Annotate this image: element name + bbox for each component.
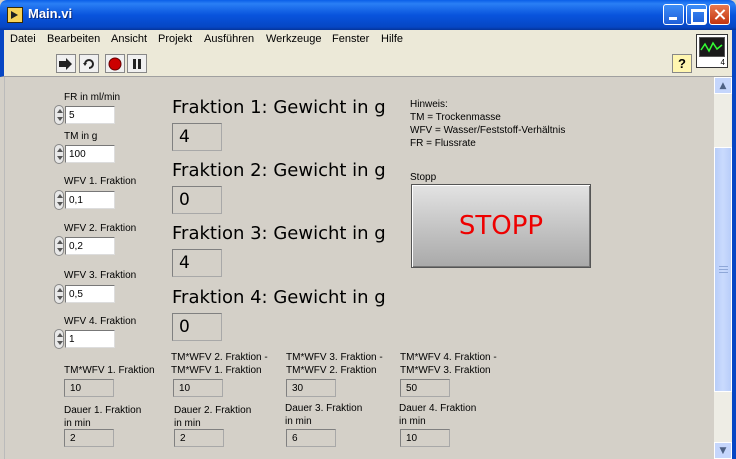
title-bar[interactable]: Main.vi bbox=[0, 0, 736, 30]
dauer3-label-line1: Dauer 3. Fraktion bbox=[285, 403, 363, 414]
dauer3-indicator: 6 bbox=[286, 429, 336, 447]
wfv4-input[interactable]: 1 bbox=[65, 330, 115, 348]
dauer4-indicator: 10 bbox=[400, 429, 450, 447]
minimize-button[interactable] bbox=[663, 4, 684, 25]
wfv2-spinner-icon[interactable] bbox=[54, 236, 64, 256]
tm-input[interactable]: 100 bbox=[65, 145, 115, 163]
tmwfv4-label-line2: TM*WFV 3. Fraktion bbox=[400, 365, 491, 376]
hint-fr: FR = Flussrate bbox=[410, 138, 476, 149]
menu-fenster[interactable]: Fenster bbox=[332, 33, 369, 45]
dauer1-label-line1: Dauer 1. Fraktion bbox=[64, 405, 142, 416]
menu-bearbeiten[interactable]: Bearbeiten bbox=[47, 33, 100, 45]
window-title: Main.vi bbox=[28, 6, 73, 21]
waveform-icon bbox=[699, 37, 725, 57]
run-continuously-button[interactable] bbox=[79, 54, 99, 73]
toolbar: ? bbox=[0, 50, 736, 77]
wfv2-input[interactable]: 0,2 bbox=[65, 237, 115, 255]
pause-icon bbox=[133, 58, 141, 69]
wfv3-input[interactable]: 0,5 bbox=[65, 285, 115, 303]
front-panel: FR in ml/min 5 TM in g 100 WFV 1. Frakti… bbox=[4, 77, 714, 459]
abort-button[interactable] bbox=[105, 54, 125, 73]
fraktion1-label: Fraktion 1: Gewicht in g bbox=[172, 97, 386, 118]
fraktion3-indicator: 4 bbox=[172, 249, 222, 277]
wfv3-label: WFV 3. Fraktion bbox=[64, 270, 137, 281]
tmwfv1-label: TM*WFV 1. Fraktion bbox=[64, 365, 155, 376]
tmwfv3-indicator: 30 bbox=[286, 379, 336, 397]
fraktion3-label: Fraktion 3: Gewicht in g bbox=[172, 223, 386, 244]
tm-label: TM in g bbox=[64, 131, 98, 142]
dauer1-indicator: 2 bbox=[64, 429, 114, 447]
fraktion4-label: Fraktion 4: Gewicht in g bbox=[172, 287, 386, 308]
maximize-button[interactable] bbox=[686, 4, 707, 25]
stop-label: Stopp bbox=[410, 172, 437, 183]
context-help-button[interactable]: ? bbox=[672, 54, 692, 73]
fraktion2-label: Fraktion 2: Gewicht in g bbox=[172, 160, 386, 181]
run-button[interactable] bbox=[56, 54, 76, 73]
scroll-thumb[interactable] bbox=[714, 147, 732, 392]
window-border-right bbox=[732, 30, 736, 459]
menu-datei[interactable]: Datei bbox=[10, 33, 36, 45]
menu-ausfuehren[interactable]: Ausführen bbox=[204, 33, 254, 45]
hint-wfv: WFV = Wasser/Feststoff-Verhältnis bbox=[410, 125, 566, 136]
fraktion4-indicator: 0 bbox=[172, 313, 222, 341]
wfv1-input[interactable]: 0,1 bbox=[65, 191, 115, 209]
run-continuously-icon bbox=[83, 58, 94, 69]
menu-hilfe[interactable]: Hilfe bbox=[381, 33, 403, 45]
pause-button[interactable] bbox=[127, 54, 147, 73]
hint-tm: TM = Trockenmasse bbox=[410, 112, 501, 123]
vertical-scrollbar[interactable]: ▲ ▼ bbox=[714, 77, 732, 459]
vi-icon-number: 4 bbox=[720, 58, 725, 67]
labview-vi-icon bbox=[7, 7, 23, 23]
abort-icon bbox=[108, 57, 122, 70]
wfv3-spinner-icon[interactable] bbox=[54, 284, 64, 304]
wfv1-label: WFV 1. Fraktion bbox=[64, 176, 137, 187]
menu-ansicht[interactable]: Ansicht bbox=[111, 33, 147, 45]
dauer2-label-line1: Dauer 2. Fraktion bbox=[174, 405, 252, 416]
fr-label: FR in ml/min bbox=[64, 92, 121, 103]
fr-spinner-icon[interactable] bbox=[54, 105, 64, 125]
run-arrow-icon bbox=[59, 57, 72, 70]
dauer3-label-line2: in min bbox=[285, 416, 312, 427]
menu-bar: Datei Bearbeiten Ansicht Projekt Ausführ… bbox=[0, 30, 736, 50]
wfv4-label: WFV 4. Fraktion bbox=[64, 316, 137, 327]
tmwfv2-label-line1: TM*WFV 2. Fraktion - bbox=[171, 352, 268, 363]
fr-input[interactable]: 5 bbox=[65, 106, 115, 124]
menu-projekt[interactable]: Projekt bbox=[158, 33, 192, 45]
vi-connector-icon[interactable]: 4 bbox=[696, 34, 728, 68]
scroll-down-icon[interactable]: ▼ bbox=[714, 442, 732, 459]
tmwfv3-label-line2: TM*WFV 2. Fraktion bbox=[286, 365, 377, 376]
tmwfv4-indicator: 50 bbox=[400, 379, 450, 397]
wfv4-spinner-icon[interactable] bbox=[54, 329, 64, 349]
close-button[interactable] bbox=[709, 4, 730, 25]
scroll-up-icon[interactable]: ▲ bbox=[714, 77, 732, 94]
wfv2-label: WFV 2. Fraktion bbox=[64, 223, 137, 234]
tmwfv2-indicator: 10 bbox=[173, 379, 223, 397]
tmwfv2-label-line2: TM*WFV 1. Fraktion bbox=[171, 365, 262, 376]
tm-spinner-icon[interactable] bbox=[54, 144, 64, 164]
dauer2-indicator: 2 bbox=[174, 429, 224, 447]
stop-button[interactable]: STOPP bbox=[411, 184, 591, 268]
fraktion2-indicator: 0 bbox=[172, 186, 222, 214]
wfv1-spinner-icon[interactable] bbox=[54, 190, 64, 210]
tmwfv1-indicator: 10 bbox=[64, 379, 114, 397]
menu-werkzeuge[interactable]: Werkzeuge bbox=[266, 33, 321, 45]
fraktion1-indicator: 4 bbox=[172, 123, 222, 151]
dauer4-label-line2: in min bbox=[399, 416, 426, 427]
tmwfv4-label-line1: TM*WFV 4. Fraktion - bbox=[400, 352, 497, 363]
tmwfv3-label-line1: TM*WFV 3. Fraktion - bbox=[286, 352, 383, 363]
dauer4-label-line1: Dauer 4. Fraktion bbox=[399, 403, 477, 414]
hint-title: Hinweis: bbox=[410, 99, 448, 110]
